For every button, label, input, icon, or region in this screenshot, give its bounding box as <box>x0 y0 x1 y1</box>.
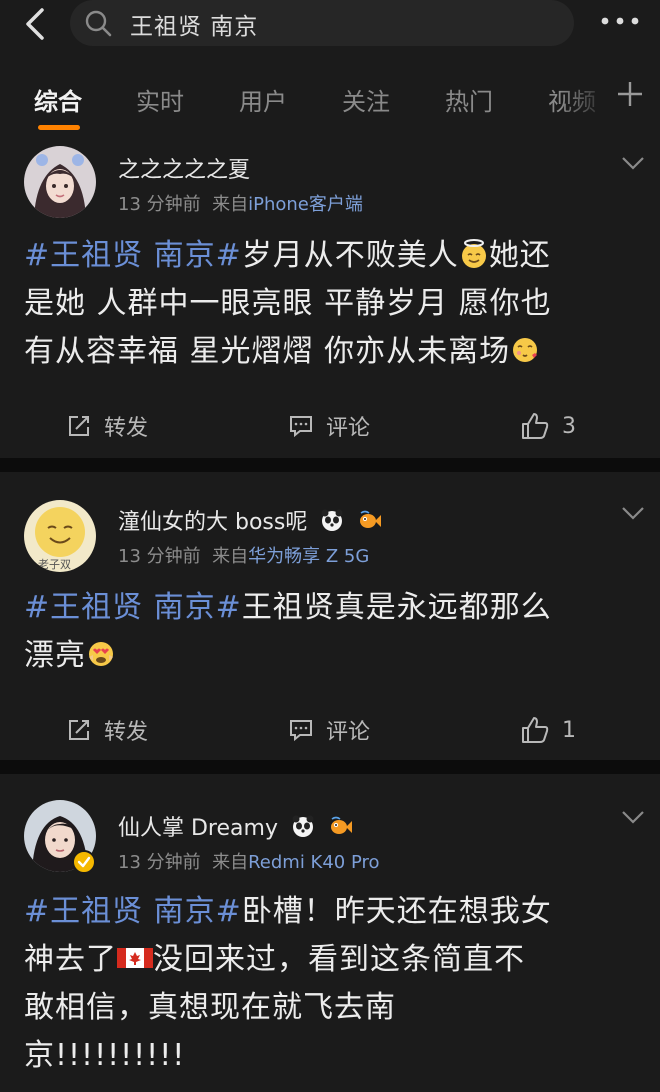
post-card[interactable]: 之之之之之夏 13 分钟前 来自iPhone客户端 #王祖贤 南京#岁月从不败美… <box>0 140 660 458</box>
panda-badge-icon <box>321 509 343 531</box>
like-count: 3 <box>562 413 576 439</box>
tab-bar: 综合 实时 用户 关注 热门 视频 <box>0 62 660 140</box>
canada-flag-icon <box>117 948 153 968</box>
thumbs-up-icon <box>522 717 549 743</box>
post-meta: 13 分钟前 来自iPhone客户端 <box>118 190 363 216</box>
top-bar: 王祖贤 南京 <box>0 0 660 62</box>
kiss-face-emoji-icon <box>513 338 538 362</box>
tab-fade <box>560 62 610 140</box>
tab-following[interactable]: 关注 <box>342 82 390 117</box>
comment-icon <box>290 416 312 438</box>
post-text: 有从容幸福 星光熠熠 你亦从未离场 <box>24 334 511 369</box>
source-prefix: 来自 <box>212 194 249 215</box>
chevron-down-icon[interactable] <box>620 504 646 522</box>
action-bar: 转发 评论 3 <box>0 406 660 446</box>
fish-badge-icon <box>360 510 382 528</box>
avatar-caption: 老子双 <box>38 558 71 571</box>
comment-label: 评论 <box>326 720 371 745</box>
active-tab-indicator <box>38 125 80 130</box>
chevron-down-icon[interactable] <box>620 154 646 172</box>
username[interactable]: 仙人掌 Dreamy <box>118 816 278 841</box>
post-text: 卧槽！昨天还在想我女 <box>241 894 552 929</box>
search-box[interactable]: 王祖贤 南京 <box>70 0 574 46</box>
verified-badge-icon <box>72 850 96 874</box>
like-count: 1 <box>562 717 576 743</box>
post-source[interactable]: iPhone客户端 <box>248 194 363 215</box>
comment-button[interactable]: 评论 <box>288 406 370 446</box>
add-tab-icon[interactable] <box>616 80 644 108</box>
username-row: 潼仙女的大 boss呢 <box>118 504 382 536</box>
username[interactable]: 潼仙女的大 boss呢 <box>118 510 307 535</box>
panda-badge-icon <box>292 815 314 837</box>
tab-hot[interactable]: 热门 <box>445 82 493 117</box>
repost-icon <box>69 416 89 436</box>
tab-users[interactable]: 用户 <box>239 82 287 117</box>
post-time: 13 分钟前 <box>118 546 201 567</box>
source-prefix: 来自 <box>212 546 249 567</box>
post-card[interactable]: 老子双 潼仙女的大 boss呢 13 分钟前 来自华为畅享 Z 5G #王祖贤 … <box>0 472 660 772</box>
post-meta: 13 分钟前 来自Redmi K40 Pro <box>118 848 380 874</box>
repost-icon <box>69 720 89 740</box>
comment-icon <box>290 720 312 742</box>
post-text: 京!!!!!!!!!! <box>24 1038 186 1073</box>
username[interactable]: 之之之之之夏 <box>118 152 250 184</box>
search-query[interactable]: 王祖贤 南京 <box>130 7 258 41</box>
action-bar: 转发 评论 1 <box>0 710 660 750</box>
repost-button[interactable]: 转发 <box>66 406 148 446</box>
post-meta: 13 分钟前 来自华为畅享 Z 5G <box>118 542 369 568</box>
separator <box>0 760 660 774</box>
repost-button[interactable]: 转发 <box>66 710 148 750</box>
tab-all[interactable]: 综合 <box>34 82 82 117</box>
avatar[interactable] <box>24 146 96 218</box>
fish-badge-icon <box>330 816 352 834</box>
like-button[interactable]: 1 <box>520 710 576 750</box>
post-source[interactable]: Redmi K40 Pro <box>248 852 379 873</box>
topic-tag[interactable]: #王祖贤 南京# <box>24 238 242 273</box>
post-time: 13 分钟前 <box>118 194 201 215</box>
post-text: 她还 <box>488 238 551 273</box>
post-body: #王祖贤 南京#王祖贤真是永远都那么 漂亮 <box>24 584 636 680</box>
repost-label: 转发 <box>104 720 149 745</box>
more-icon[interactable] <box>598 8 642 34</box>
repost-label: 转发 <box>104 416 149 441</box>
post-text: 没回来过，看到这条简直不 <box>153 942 525 977</box>
source-prefix: 来自 <box>212 852 249 873</box>
topic-tag[interactable]: #王祖贤 南京# <box>24 590 242 625</box>
comment-button[interactable]: 评论 <box>288 710 370 750</box>
tab-realtime[interactable]: 实时 <box>136 82 184 117</box>
post-card[interactable]: 仙人掌 Dreamy 13 分钟前 来自Redmi K40 Pro #王祖贤 南… <box>0 774 660 1092</box>
topic-tag[interactable]: #王祖贤 南京# <box>24 894 242 929</box>
post-body: #王祖贤 南京#卧槽！昨天还在想我女 神去了 没回来过，看到这条简直不 敢相信，真… <box>24 888 636 1080</box>
username-row: 仙人掌 Dreamy <box>118 810 352 842</box>
post-text: 是她 人群中一眼亮眼 平静岁月 愿你也 <box>24 286 552 321</box>
post-text: 漂亮 <box>24 638 86 673</box>
thumbs-up-icon <box>522 413 549 439</box>
post-text: 敢相信，真想现在就飞去南 <box>24 990 396 1025</box>
like-button[interactable]: 3 <box>520 406 576 446</box>
heart-eyes-emoji-icon <box>89 642 113 666</box>
chevron-down-icon[interactable] <box>620 808 646 826</box>
post-source[interactable]: 华为畅享 Z 5G <box>248 546 369 567</box>
comment-label: 评论 <box>326 416 371 441</box>
separator <box>0 458 660 472</box>
post-text: 神去了 <box>24 942 117 977</box>
post-text: 岁月从不败美人 <box>241 238 459 273</box>
post-body: #王祖贤 南京#岁月从不败美人 她还 是她 人群中一眼亮眼 平静岁月 愿你也 有从… <box>24 232 636 376</box>
back-arrow-icon[interactable] <box>14 6 54 42</box>
search-icon <box>85 10 112 37</box>
halo-face-emoji-icon <box>461 239 486 268</box>
post-time: 13 分钟前 <box>118 852 201 873</box>
avatar[interactable]: 老子双 <box>24 500 96 572</box>
post-text: 王祖贤真是永远都那么 <box>241 590 552 625</box>
